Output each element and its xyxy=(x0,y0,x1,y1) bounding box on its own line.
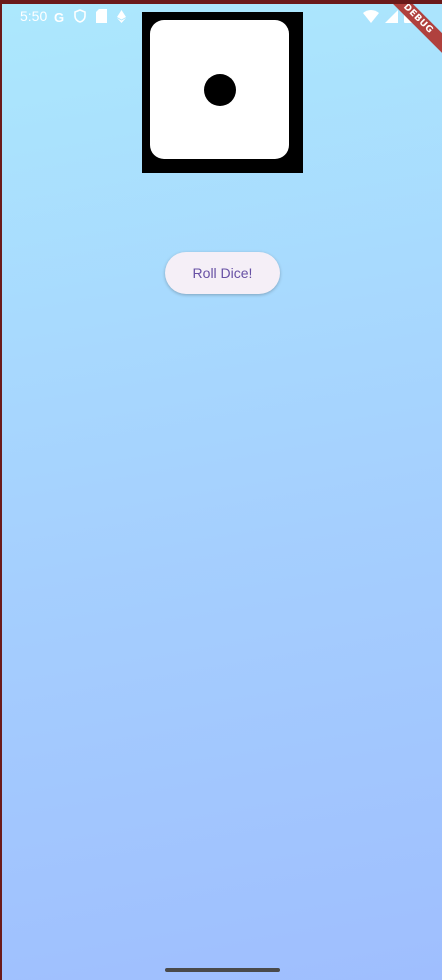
dice-image xyxy=(142,12,303,173)
status-time: 5:50 xyxy=(20,8,48,24)
dice-pip xyxy=(204,74,236,106)
wifi-icon xyxy=(363,9,379,28)
status-notification-icons: G xyxy=(54,9,127,26)
app-screen: 5:50 G DEBUG Roll Dice! xyxy=(2,4,442,980)
home-indicator[interactable] xyxy=(165,968,280,972)
sim-card-icon xyxy=(96,9,108,26)
ethereum-icon xyxy=(117,9,127,26)
shield-icon xyxy=(74,9,86,26)
signal-icon xyxy=(385,9,398,28)
dice-face xyxy=(150,20,289,159)
google-icon: G xyxy=(54,9,65,25)
roll-dice-button[interactable]: Roll Dice! xyxy=(165,252,280,294)
